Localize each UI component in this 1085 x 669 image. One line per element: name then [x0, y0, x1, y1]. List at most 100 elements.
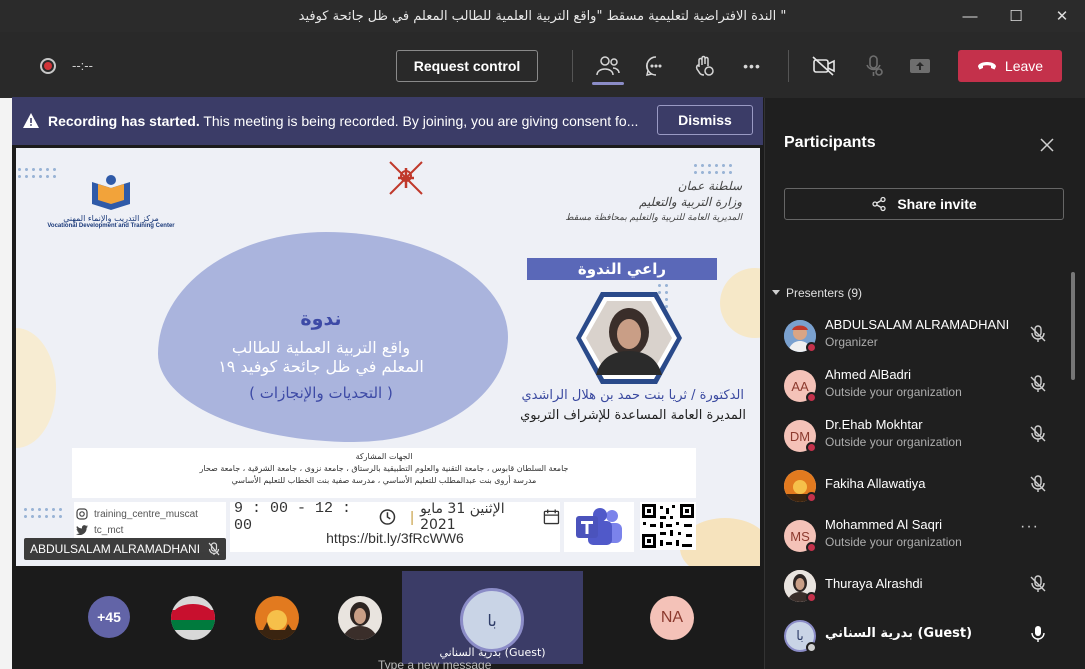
seminar-url: https://bit.ly/3fRcWW6 [326, 530, 464, 546]
ministry-line-3: المديرية العامة للتربية والتعليم بمحافظة… [565, 213, 742, 223]
seminar-date: الإثنين 31 مايو 2021 [420, 501, 505, 533]
speaker-photo [576, 292, 682, 384]
topic-subtitle: ( التحديات والإنجازات ) [249, 384, 393, 402]
presence-status-icon [806, 342, 817, 353]
participant-row[interactable]: Fakiha Allawatiya [784, 466, 1064, 512]
more-options-icon[interactable]: ··· [1020, 518, 1039, 536]
toolbar-divider [572, 50, 573, 82]
camera-off-icon[interactable] [810, 52, 838, 80]
recording-title: Recording has started. [48, 113, 200, 129]
more-actions-icon[interactable]: ••• [738, 52, 766, 80]
twitter-text: tc_mct [94, 524, 124, 536]
speaker-name: الدكتورة / ثريا بنت حمد بن هلال الراشدي [521, 388, 745, 403]
parties-line-1: جامعة السلطان قابوس ، جامعة التقنية والع… [199, 464, 569, 473]
reactions-icon[interactable] [690, 52, 718, 80]
participant-name: Ahmed AlBadri [825, 367, 911, 382]
participating-parties: الجهات المشاركة جامعة السلطان قابوس ، جا… [72, 448, 696, 498]
recording-message: Recording has started. This meeting is b… [48, 113, 648, 129]
participant-row[interactable]: AA Ahmed AlBadri Outside your organizati… [784, 366, 1064, 412]
instagram-icon [76, 508, 88, 520]
mic-off-icon [1030, 575, 1046, 592]
training-center-emblem-icon [88, 172, 134, 212]
twitter-handle: tc_mct [76, 522, 226, 538]
share-icon [872, 196, 886, 212]
participant-row[interactable]: Thuraya Alrashdi [784, 566, 1064, 612]
presence-status-icon [806, 492, 817, 503]
more-participants-count[interactable]: +45 [88, 596, 130, 638]
share-invite-button[interactable]: Share invite [784, 188, 1064, 220]
sponsor-title: راعي الندوة [527, 258, 717, 280]
participant-role: Organizer [825, 335, 878, 349]
schedule-separator: | [410, 508, 415, 526]
presence-status-icon [806, 442, 817, 453]
participant-row[interactable]: MS Mohammed Al Saqri Outside your organi… [784, 516, 1064, 562]
presenters-label: Presenters (9) [786, 286, 863, 300]
leave-button[interactable]: Leave [958, 50, 1062, 82]
mic-off-icon [1030, 425, 1046, 442]
toolbar-divider [788, 50, 789, 82]
title-bar: الندة الافتراضية لتعليمية مسقط "واقع الت… [0, 0, 1085, 32]
participant-name: Mohammed Al Saqri [825, 517, 943, 532]
decor-circle [720, 268, 760, 338]
mic-off-icon [1030, 475, 1046, 492]
parties-heading: الجهات المشاركة [355, 452, 413, 461]
maximize-button[interactable]: ☐ [993, 0, 1039, 32]
participant-avatar-photo[interactable] [338, 596, 382, 640]
participant-row[interactable]: با بدرية السناني (Guest) [784, 616, 1064, 662]
participant-name: ABDULSALAM ALRAMADHANI [825, 317, 1010, 332]
decor-dots [22, 506, 62, 522]
presenters-section-header[interactable]: Presenters (9) [772, 286, 862, 300]
minimize-button[interactable]: — [947, 0, 993, 32]
twitter-icon [76, 525, 88, 535]
leave-label: Leave [1004, 58, 1044, 74]
ministry-header: سلطنة عمان وزارة التربية والتعليم المدير… [552, 178, 742, 226]
participant-row[interactable]: ABDULSALAM ALRAMADHANI Organizer [784, 316, 1064, 362]
topic-line-2: المعلم في ظل جائحة كوفيد ١٩ [218, 357, 424, 376]
participant-role: Outside your organization [825, 385, 962, 399]
mic-off-icon [1030, 325, 1046, 342]
chevron-down-icon [772, 290, 780, 295]
panel-scrollbar[interactable] [1071, 272, 1075, 380]
mic-off-icon [208, 542, 220, 556]
participant-avatar-na[interactable]: NA [650, 596, 694, 640]
participant-name: Thuraya Alrashdi [825, 576, 923, 591]
teams-logo-icon [576, 508, 622, 545]
recording-indicator-icon [40, 58, 56, 74]
share-tray-icon[interactable] [906, 52, 934, 80]
participant-avatar-flag[interactable] [171, 596, 215, 640]
chat-icon[interactable] [642, 52, 670, 80]
close-button[interactable]: ✕ [1039, 0, 1085, 32]
participant-name: Dr.Ehab Mokhtar [825, 417, 923, 432]
topic-line-1: واقع التربية العملية للطالب [231, 338, 411, 357]
recording-consent-text: This meeting is being recorded. By joini… [199, 113, 639, 129]
share-invite-label: Share invite [897, 196, 977, 212]
clock-icon [379, 509, 396, 525]
presence-status-icon [806, 542, 817, 553]
active-tab-indicator [592, 82, 624, 85]
participant-row[interactable]: DM Dr.Ehab Mokhtar Outside your organiza… [784, 416, 1064, 462]
window-title: الندة الافتراضية لتعليمية مسقط "واقع الت… [298, 8, 787, 24]
participants-icon[interactable] [594, 52, 622, 80]
mic-disabled-icon[interactable] [860, 52, 888, 80]
window-controls: — ☐ ✕ [947, 0, 1085, 32]
dismiss-button[interactable]: Dismiss [657, 105, 753, 135]
logo-caption-arabic: مركز التدريب والإنماء المهني [63, 214, 159, 223]
close-icon[interactable] [1038, 136, 1056, 154]
participant-role: Outside your organization [825, 535, 962, 549]
decor-dots [692, 162, 732, 178]
participant-name: Fakiha Allawatiya [825, 476, 926, 491]
oman-emblem-icon [389, 161, 423, 195]
warning-icon [23, 113, 39, 128]
participant-avatar-sunset[interactable] [255, 596, 299, 640]
speaker-role: المديرة العامة المساعدة للإشراف التربوي [520, 408, 746, 423]
seminar-label: ندوة [300, 308, 342, 330]
logo-caption-english: Vocational Development and Training Cent… [47, 223, 175, 229]
schedule-row: 9 : 00 - 12 : 00 | الإثنين 31 مايو 2021 [230, 500, 560, 534]
parties-line-2: مدرسة أروى بنت عبدالمطلب للتعليم الأساسي… [231, 476, 537, 485]
presence-status-icon [806, 392, 817, 403]
meeting-timer: --:-- [72, 58, 93, 73]
phone-hangup-icon [977, 62, 996, 70]
instagram-text: training_centre_muscat [94, 508, 198, 520]
meeting-toolbar: --:-- Request control ••• Leave [0, 32, 1085, 98]
request-control-button[interactable]: Request control [396, 50, 538, 82]
